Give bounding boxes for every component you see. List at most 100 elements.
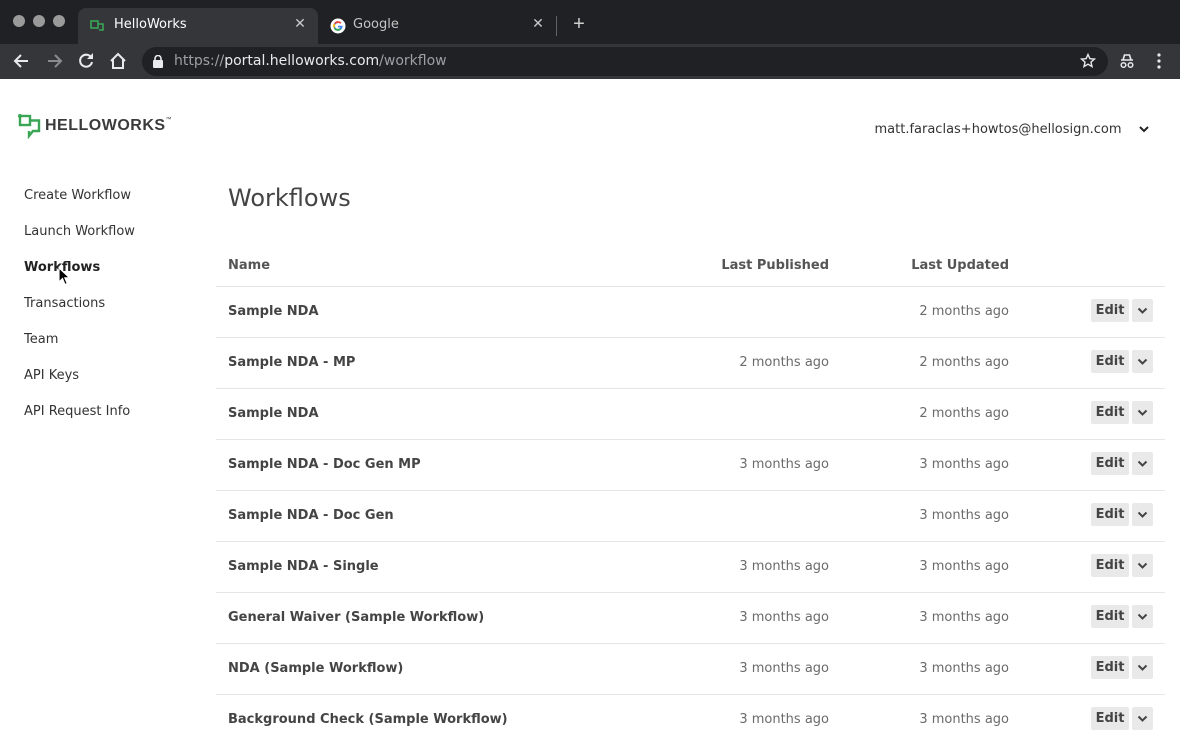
page-title: Workflows	[228, 184, 351, 212]
edit-button[interactable]: Edit	[1091, 299, 1129, 322]
address-bar[interactable]: https://portal.helloworks.com/workflow	[142, 47, 1108, 76]
last-published: 3 months ago	[739, 661, 829, 676]
sidebar-item-api-keys[interactable]: API Keys	[24, 366, 135, 402]
edit-button[interactable]: Edit	[1091, 707, 1129, 730]
chevron-down-icon	[1137, 307, 1148, 314]
chevron-down-icon	[1137, 511, 1148, 518]
more-options-button[interactable]	[1132, 503, 1153, 526]
chevron-down-icon	[1137, 664, 1148, 671]
last-updated: 2 months ago	[919, 406, 1009, 421]
close-tab-icon[interactable]: ✕	[292, 15, 308, 31]
browser-toolbar: https://portal.helloworks.com/workflow	[0, 44, 1180, 79]
chevron-down-icon	[1137, 409, 1148, 416]
chevron-down-icon	[1137, 562, 1148, 569]
table-header: Name Last Published Last Updated	[216, 250, 1165, 287]
last-published: 3 months ago	[739, 610, 829, 625]
table-row[interactable]: Sample NDA 2 months ago Edit	[216, 389, 1165, 440]
workflow-name[interactable]: Sample NDA - MP	[228, 355, 355, 370]
last-updated: 3 months ago	[919, 661, 1009, 676]
chevron-down-icon	[1137, 715, 1148, 722]
table-row[interactable]: Sample NDA - MP 2 months ago 2 months ago E…	[216, 338, 1165, 389]
helloworks-logo-icon	[18, 114, 41, 139]
column-header-name[interactable]: Name	[228, 258, 270, 273]
url-text: https://portal.helloworks.com/workflow	[174, 53, 447, 69]
workflow-name[interactable]: Sample NDA	[228, 304, 319, 319]
lock-icon[interactable]	[152, 55, 164, 68]
chevron-down-icon	[1137, 358, 1148, 365]
table-row[interactable]: Sample NDA 2 months ago Edit	[216, 287, 1165, 338]
workflow-name[interactable]: Sample NDA - Doc Gen MP	[228, 457, 421, 472]
table-body: Sample NDA 2 months ago Edit Sample NDA - M…	[216, 287, 1165, 740]
more-options-button[interactable]	[1132, 707, 1153, 730]
workflow-name[interactable]: Sample NDA - Single	[228, 559, 379, 574]
edit-button[interactable]: Edit	[1091, 401, 1129, 424]
close-tab-icon[interactable]: ✕	[530, 15, 546, 31]
more-options-button[interactable]	[1132, 350, 1153, 373]
table-row[interactable]: Background Check (Sample Workflow) 3 mont…	[216, 695, 1165, 740]
menu-kebab-icon[interactable]	[1148, 50, 1170, 72]
more-options-button[interactable]	[1132, 452, 1153, 475]
more-options-button[interactable]	[1132, 401, 1153, 424]
minimize-window-button[interactable]	[33, 15, 45, 27]
sidebar-item-create-workflow[interactable]: Create Workflow	[24, 186, 135, 222]
logo-wordmark: HELLOWORKS™	[45, 117, 173, 134]
edit-button[interactable]: Edit	[1091, 656, 1129, 679]
edit-button[interactable]: Edit	[1091, 503, 1129, 526]
forward-arrow-icon[interactable]	[43, 50, 65, 72]
incognito-icon[interactable]	[1116, 50, 1138, 72]
account-menu[interactable]: matt.faraclas+howtos@hellosign.com	[875, 120, 1151, 138]
last-updated: 3 months ago	[919, 508, 1009, 523]
last-published: 3 months ago	[739, 559, 829, 574]
sidebar-item-launch-workflow[interactable]: Launch Workflow	[24, 222, 135, 258]
column-header-last-published[interactable]: Last Published	[721, 258, 829, 273]
bookmark-star-icon[interactable]	[1080, 53, 1096, 69]
table-row[interactable]: Sample NDA - Doc Gen MP 3 months ago 3 mon…	[216, 440, 1165, 491]
back-arrow-icon[interactable]	[11, 50, 33, 72]
workflow-name[interactable]: General Waiver (Sample Workflow)	[228, 610, 484, 625]
more-options-button[interactable]	[1132, 299, 1153, 322]
edit-button[interactable]: Edit	[1091, 605, 1129, 628]
column-header-last-updated[interactable]: Last Updated	[911, 258, 1009, 273]
reload-icon[interactable]	[75, 50, 97, 72]
tab-title: Google	[353, 17, 399, 32]
sidebar-item-transactions[interactable]: Transactions	[24, 294, 135, 330]
edit-button[interactable]: Edit	[1091, 452, 1129, 475]
helloworks-favicon-icon	[90, 20, 104, 31]
tab-strip: HelloWorks ✕ Google ✕ +	[0, 0, 1180, 44]
more-options-button[interactable]	[1132, 605, 1153, 628]
browser-chrome: HelloWorks ✕ Google ✕ + https://portal.h…	[0, 0, 1180, 79]
edit-button[interactable]: Edit	[1091, 350, 1129, 373]
chevron-down-icon	[1137, 613, 1148, 620]
last-updated: 3 months ago	[919, 712, 1009, 727]
workflows-table: Name Last Published Last Updated Sample …	[216, 250, 1165, 740]
last-updated: 3 months ago	[919, 559, 1009, 574]
maximize-window-button[interactable]	[53, 15, 65, 27]
last-updated: 3 months ago	[919, 610, 1009, 625]
table-row[interactable]: Sample NDA - Single 3 months ago 3 months …	[216, 542, 1165, 593]
workflow-name[interactable]: NDA (Sample Workflow)	[228, 661, 403, 676]
account-email: matt.faraclas+howtos@hellosign.com	[874, 122, 1122, 137]
more-options-button[interactable]	[1132, 554, 1153, 577]
table-row[interactable]: NDA (Sample Workflow) 3 months ago 3 month…	[216, 644, 1165, 695]
last-updated: 2 months ago	[919, 304, 1009, 319]
sidebar-nav: Create Workflow Launch Workflow Workflow…	[24, 186, 135, 438]
more-options-button[interactable]	[1132, 656, 1153, 679]
workflow-name[interactable]: Sample NDA - Doc Gen	[228, 508, 394, 523]
chevron-down-icon[interactable]	[1138, 124, 1150, 134]
sidebar-item-workflows[interactable]: Workflows	[24, 258, 135, 294]
sidebar-item-api-request-info[interactable]: API Request Info	[24, 402, 135, 438]
tab-google[interactable]: Google ✕	[318, 8, 556, 44]
table-row[interactable]: Sample NDA - Doc Gen 3 months ago Edit	[216, 491, 1165, 542]
last-published: 3 months ago	[739, 712, 829, 727]
sidebar-item-team[interactable]: Team	[24, 330, 135, 366]
tab-helloworks[interactable]: HelloWorks ✕	[78, 8, 318, 44]
workflow-name[interactable]: Background Check (Sample Workflow)	[228, 712, 508, 727]
home-icon[interactable]	[107, 50, 129, 72]
last-updated: 3 months ago	[919, 457, 1009, 472]
close-window-button[interactable]	[13, 15, 25, 27]
table-row[interactable]: General Waiver (Sample Workflow) 3 months…	[216, 593, 1165, 644]
new-tab-icon[interactable]: +	[568, 14, 590, 36]
edit-button[interactable]: Edit	[1091, 554, 1129, 577]
last-published: 2 months ago	[739, 355, 829, 370]
workflow-name[interactable]: Sample NDA	[228, 406, 319, 421]
